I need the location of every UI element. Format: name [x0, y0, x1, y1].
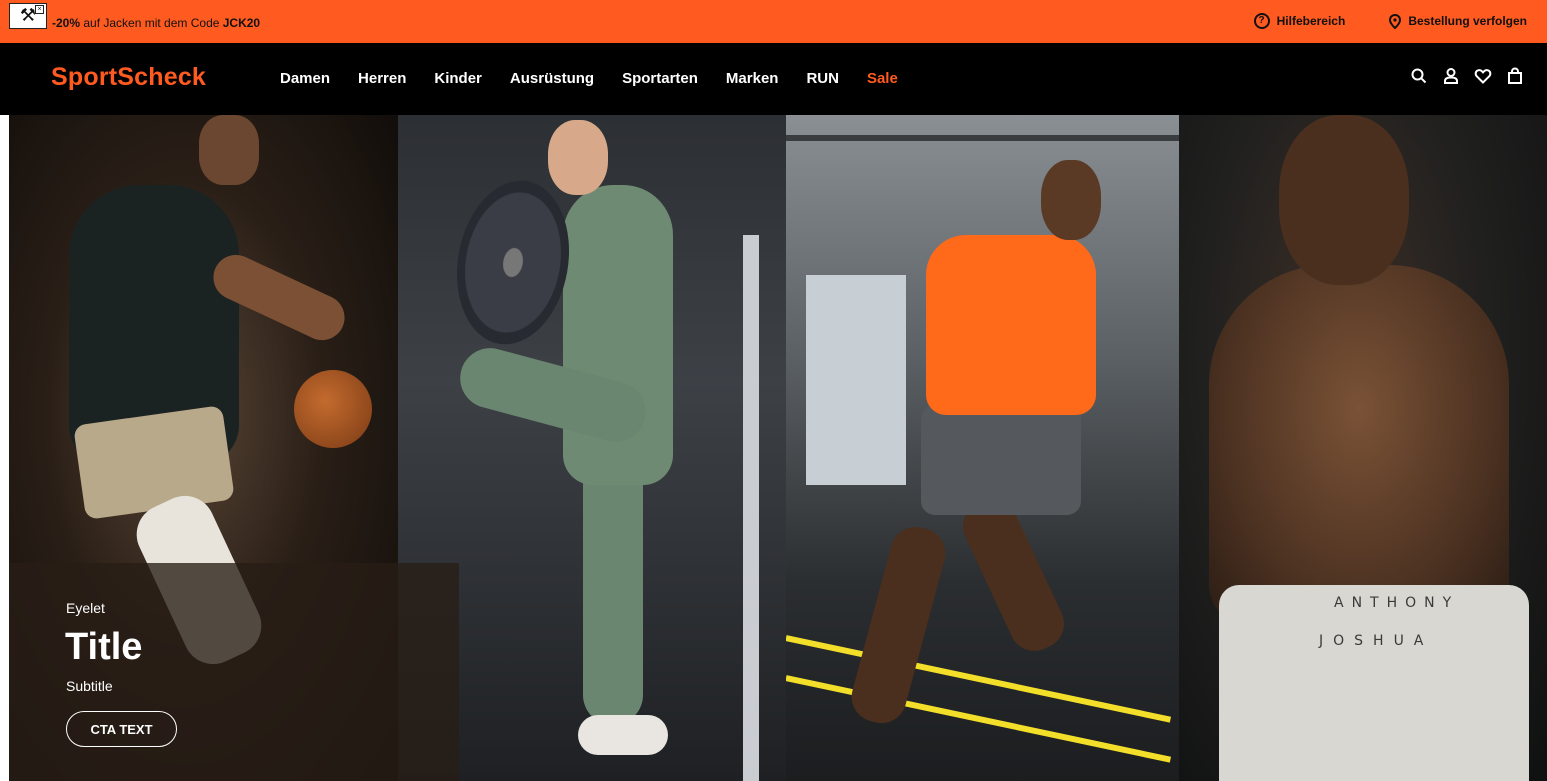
promo-links: ? Hilfebereich Bestellung verfolgen [1253, 13, 1527, 29]
search-icon[interactable] [1410, 67, 1428, 85]
hero-eyelet: Eyelet [66, 600, 105, 616]
close-icon[interactable]: × [35, 5, 44, 14]
hero-image-training-man [786, 115, 1179, 781]
promo-bar: ⚒ × -20% auf Jacken mit dem Code JCK20 ?… [0, 0, 1547, 43]
nav-item-damen[interactable]: Damen [280, 70, 330, 87]
nav-item-marken[interactable]: Marken [726, 70, 779, 87]
hero-image-boxer: ANTHONY JOSHUA [1179, 115, 1547, 781]
account-icon[interactable] [1442, 67, 1460, 85]
nav-item-run[interactable]: RUN [806, 70, 839, 87]
promo-code: JCK20 [222, 16, 261, 30]
wishlist-heart-icon[interactable] [1474, 67, 1492, 85]
sportscheck-logo[interactable]: SportScheck [51, 63, 206, 92]
help-circle-icon: ? [1253, 13, 1270, 29]
track-order-link[interactable]: Bestellung verfolgen [1389, 13, 1527, 29]
boxer-shorts-text-2: JOSHUA [1319, 633, 1434, 649]
header-actions [1410, 67, 1524, 85]
hero-subtitle: Subtitle [66, 678, 113, 694]
promo-discount: -20% [52, 16, 81, 30]
nav-item-kinder[interactable]: Kinder [434, 70, 482, 87]
nav-item-sale[interactable]: Sale [867, 70, 898, 87]
nav-item-sportarten[interactable]: Sportarten [622, 70, 698, 87]
nav-item-ausruestung[interactable]: Ausrüstung [510, 70, 594, 87]
boxer-shorts-text-1: ANTHONY [1334, 595, 1460, 611]
location-pin-icon [1389, 13, 1402, 29]
main-header: SportScheck Damen Herren Kinder Ausrüstu… [0, 43, 1547, 141]
hero-title: Title [65, 626, 143, 668]
cart-bag-icon[interactable] [1506, 67, 1524, 85]
hero-teaser-card: Eyelet Title Subtitle CTA TEXT [9, 563, 459, 781]
track-order-label: Bestellung verfolgen [1408, 14, 1527, 28]
main-nav: Damen Herren Kinder Ausrüstung Sportarte… [280, 70, 898, 87]
promo-message: -20% auf Jacken mit dem Code JCK20 [52, 16, 260, 30]
help-link-label: Hilfebereich [1276, 14, 1346, 28]
promo-text-middle: auf Jacken mit dem Code [80, 16, 223, 30]
tools-icon[interactable]: ⚒ × [9, 3, 47, 29]
nav-item-herren[interactable]: Herren [358, 70, 406, 87]
help-link[interactable]: ? Hilfebereich [1253, 13, 1346, 29]
hero-cta-button[interactable]: CTA TEXT [66, 711, 177, 747]
